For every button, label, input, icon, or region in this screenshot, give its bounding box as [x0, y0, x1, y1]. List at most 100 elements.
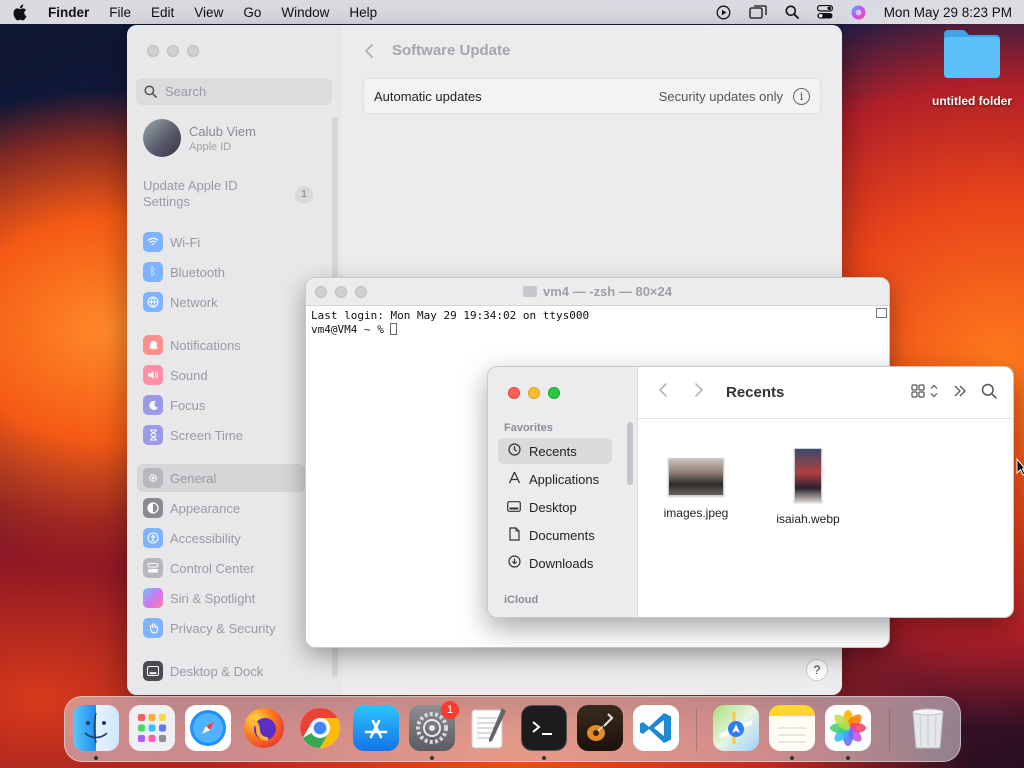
- sidebar-item-bluetooth[interactable]: ᛒ Bluetooth: [143, 262, 225, 282]
- profile-subtitle: Apple ID: [189, 140, 232, 153]
- hourglass-icon: [143, 425, 163, 445]
- app-store-icon[interactable]: [353, 705, 399, 751]
- apple-id-profile[interactable]: Calub Viem Apple ID: [143, 119, 256, 157]
- play-status-icon[interactable]: [716, 5, 731, 20]
- sidebar-item-control-center[interactable]: Control Center: [143, 558, 255, 578]
- sidebar-item-recents[interactable]: Recents: [498, 438, 612, 464]
- finder-sidebar: Favorites Recents Applications Desktop D…: [488, 367, 638, 617]
- textedit-icon[interactable]: [465, 705, 511, 751]
- chrome-icon[interactable]: [297, 705, 343, 751]
- settings-search-field[interactable]: Search: [136, 78, 332, 105]
- sidebar-item-accessibility[interactable]: Accessibility: [143, 528, 241, 548]
- notes-icon[interactable]: [769, 705, 815, 751]
- help-button[interactable]: ?: [806, 659, 828, 681]
- favorites-header: Favorites: [504, 422, 553, 434]
- close-button[interactable]: [508, 387, 520, 399]
- forward-chevron-icon[interactable]: [694, 381, 704, 402]
- clock-icon: [506, 443, 522, 459]
- close-button[interactable]: [147, 45, 159, 57]
- sidebar-item-downloads[interactable]: Downloads: [498, 550, 612, 576]
- sidebar-item-wifi[interactable]: Wi-Fi: [143, 232, 200, 252]
- sidebar-item-siri-spotlight[interactable]: Siri & Spotlight: [143, 588, 255, 608]
- sidebar-item-documents[interactable]: Documents: [498, 522, 612, 548]
- maps-icon[interactable]: [713, 705, 759, 751]
- safari-icon[interactable]: [185, 705, 231, 751]
- photos-icon[interactable]: [825, 705, 871, 751]
- apple-menu-icon[interactable]: [12, 4, 30, 21]
- dock: 1: [64, 696, 961, 762]
- sidebar-item-focus[interactable]: Focus: [143, 395, 205, 415]
- info-icon[interactable]: i: [793, 87, 810, 105]
- trash-icon[interactable]: [905, 705, 951, 751]
- scroll-marker-icon: [876, 308, 887, 318]
- garageband-icon[interactable]: [577, 705, 623, 751]
- sidebar-item-sound[interactable]: Sound: [143, 365, 208, 385]
- search-placeholder: Search: [165, 84, 207, 99]
- finder-toolbar: Recents: [638, 367, 1013, 419]
- update-apple-id-label: Update Apple ID Settings: [143, 178, 238, 209]
- file-item[interactable]: isaiah.webp: [763, 448, 853, 526]
- zoom-button[interactable]: [548, 387, 560, 399]
- menu-view[interactable]: View: [194, 5, 223, 20]
- file-item[interactable]: images.jpeg: [651, 454, 741, 520]
- sidebar-scrollbar[interactable]: [627, 422, 633, 485]
- search-icon: [144, 85, 157, 98]
- back-chevron-icon[interactable]: [364, 42, 374, 63]
- sidebar-item-desktop-dock[interactable]: Desktop & Dock: [143, 661, 263, 681]
- sidebar-item-label: Accessibility: [170, 530, 241, 546]
- search-icon[interactable]: [981, 383, 997, 402]
- back-chevron-icon[interactable]: [658, 381, 668, 402]
- mouse-pointer-icon: [1016, 457, 1024, 479]
- siri-icon[interactable]: [851, 5, 866, 20]
- sidebar-item-privacy-security[interactable]: Privacy & Security: [143, 618, 275, 638]
- page-title: Software Update: [392, 42, 511, 59]
- finder-icon[interactable]: [73, 705, 119, 751]
- menu-edit[interactable]: Edit: [151, 5, 174, 20]
- update-apple-id-settings[interactable]: Update Apple ID Settings 1: [143, 178, 313, 210]
- running-indicator: [94, 756, 98, 760]
- terminal-icon[interactable]: [521, 705, 567, 751]
- sidebar-item-notifications[interactable]: Notifications: [143, 335, 241, 355]
- sidebar-item-label: Screen Time: [170, 427, 243, 443]
- desktop-icon: [506, 500, 522, 515]
- menu-file[interactable]: File: [109, 5, 131, 20]
- minimize-button[interactable]: [528, 387, 540, 399]
- bell-icon: [143, 335, 163, 355]
- menu-app-name[interactable]: Finder: [48, 5, 89, 20]
- desktop-folder[interactable]: untitled folder: [924, 28, 1020, 108]
- sidebar-item-appearance[interactable]: Appearance: [143, 498, 240, 518]
- sidebar-item-applications[interactable]: Applications: [498, 466, 612, 492]
- sidebar-item-desktop[interactable]: Desktop: [498, 494, 612, 520]
- sidebar-item-label: Applications: [529, 471, 600, 487]
- sidebar-item-screen-time[interactable]: Screen Time: [143, 425, 243, 445]
- firefox-icon[interactable]: [241, 705, 287, 751]
- menu-window[interactable]: Window: [281, 5, 329, 20]
- sidebar-item-label: Notifications: [170, 337, 241, 353]
- more-chevrons-icon[interactable]: [953, 385, 967, 400]
- menu-help[interactable]: Help: [349, 5, 377, 20]
- system-settings-icon[interactable]: 1: [409, 701, 459, 751]
- terminal-titlebar[interactable]: vm4 — -zsh — 80×24: [306, 278, 889, 306]
- terminal-prompt: vm4@VM4 ~ %: [311, 323, 391, 336]
- minimize-button[interactable]: [167, 45, 179, 57]
- notification-badge: 1: [441, 701, 459, 719]
- terminal-title-text: vm4 — -zsh — 80×24: [543, 284, 672, 299]
- view-grid-icon[interactable]: [911, 383, 939, 402]
- download-icon: [506, 555, 522, 571]
- wifi-icon: [143, 232, 163, 252]
- sidebar-item-network[interactable]: Network: [143, 292, 218, 312]
- menu-clock[interactable]: Mon May 29 8:23 PM: [884, 5, 1012, 20]
- sidebar-item-general[interactable]: General: [137, 464, 305, 492]
- automatic-updates-row[interactable]: Automatic updates Security updates only …: [363, 78, 821, 114]
- zoom-button[interactable]: [187, 45, 199, 57]
- menu-go[interactable]: Go: [243, 5, 261, 20]
- spotlight-search-icon[interactable]: [785, 5, 799, 19]
- control-center-icon[interactable]: [816, 5, 833, 19]
- screen-mirroring-icon[interactable]: [749, 5, 767, 19]
- launchpad-icon[interactable]: [129, 705, 175, 751]
- avatar: [143, 119, 181, 157]
- terminal-body[interactable]: Last login: Mon May 29 19:34:02 on ttys0…: [306, 306, 889, 340]
- vscode-icon[interactable]: [633, 705, 679, 751]
- automatic-updates-value: Security updates only: [658, 88, 783, 104]
- file-name: isaiah.webp: [776, 512, 840, 526]
